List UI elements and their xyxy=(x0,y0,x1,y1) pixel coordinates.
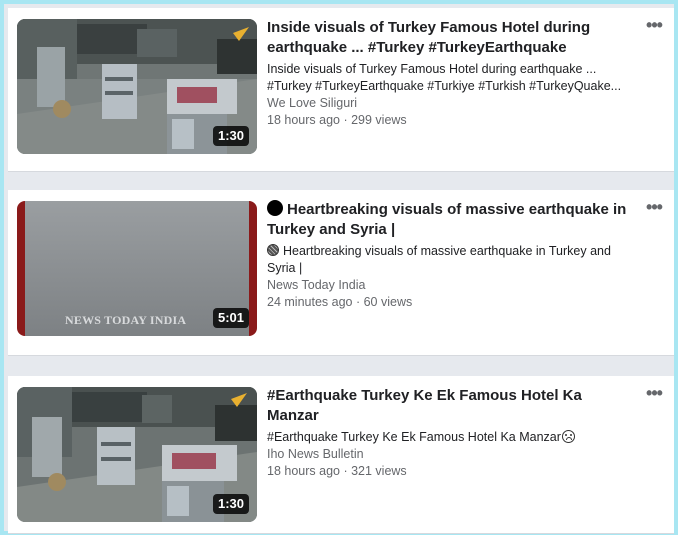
video-meta: 18 hours ago · 299 views xyxy=(267,113,407,127)
video-title-text: #Earthquake Turkey Ke Ek Famous Hotel Ka… xyxy=(267,387,582,424)
worried-face-emoji-icon xyxy=(561,430,575,443)
video-result-card[interactable]: 1:30 #Earthquake Turkey Ke Ek Famous Hot… xyxy=(8,376,674,534)
video-thumbnail[interactable]: 1:30 xyxy=(17,19,257,154)
more-horizontal-icon[interactable]: ••• xyxy=(642,198,666,220)
channel-watermark: NEWS TODAY INDIA xyxy=(65,313,187,327)
grey-circle-icon xyxy=(267,244,279,256)
video-duration: 1:30 xyxy=(212,126,249,146)
video-title[interactable]: #Earthquake Turkey Ke Ek Famous Hotel Ka… xyxy=(267,386,637,426)
video-title[interactable]: Heartbreaking visuals of massive earthqu… xyxy=(267,200,637,240)
video-description-text: #Earthquake Turkey Ke Ek Famous Hotel Ka… xyxy=(267,430,561,444)
video-title-text: Heartbreaking visuals of massive earthqu… xyxy=(267,201,627,238)
more-horizontal-icon[interactable]: ••• xyxy=(642,384,666,406)
video-results-list: 1:30 Inside visuals of Turkey Famous Hot… xyxy=(4,4,674,534)
channel-name[interactable]: News Today India xyxy=(267,277,637,294)
video-description-text: Heartbreaking visuals of massive earthqu… xyxy=(267,244,611,275)
channel-name[interactable]: Iho News Bulletin xyxy=(267,446,637,463)
channel-name[interactable]: We Love Siliguri xyxy=(267,95,637,112)
video-description: #Earthquake Turkey Ke Ek Famous Hotel Ka… xyxy=(267,429,637,446)
video-info: Inside visuals of Turkey Famous Hotel du… xyxy=(267,18,637,129)
video-meta: 24 minutes ago · 60 views xyxy=(267,295,413,309)
video-result-card[interactable]: NEWS TODAY INDIA 5:01 Heartbreaking visu… xyxy=(8,190,674,356)
video-description: Heartbreaking visuals of massive earthqu… xyxy=(267,243,637,277)
video-meta: 18 hours ago · 321 views xyxy=(267,464,407,478)
video-info: Heartbreaking visuals of massive earthqu… xyxy=(267,200,637,311)
video-thumbnail[interactable]: NEWS TODAY INDIA 5:01 xyxy=(17,201,257,336)
video-duration: 1:30 xyxy=(212,494,249,514)
more-horizontal-icon[interactable]: ••• xyxy=(642,16,666,38)
video-duration: 5:01 xyxy=(212,308,249,328)
video-info: #Earthquake Turkey Ke Ek Famous Hotel Ka… xyxy=(267,386,637,480)
video-thumbnail[interactable]: 1:30 xyxy=(17,387,257,522)
black-circle-icon xyxy=(267,200,283,216)
video-title[interactable]: Inside visuals of Turkey Famous Hotel du… xyxy=(267,18,637,58)
video-result-card[interactable]: 1:30 Inside visuals of Turkey Famous Hot… xyxy=(8,8,674,172)
video-description: Inside visuals of Turkey Famous Hotel du… xyxy=(267,62,622,93)
